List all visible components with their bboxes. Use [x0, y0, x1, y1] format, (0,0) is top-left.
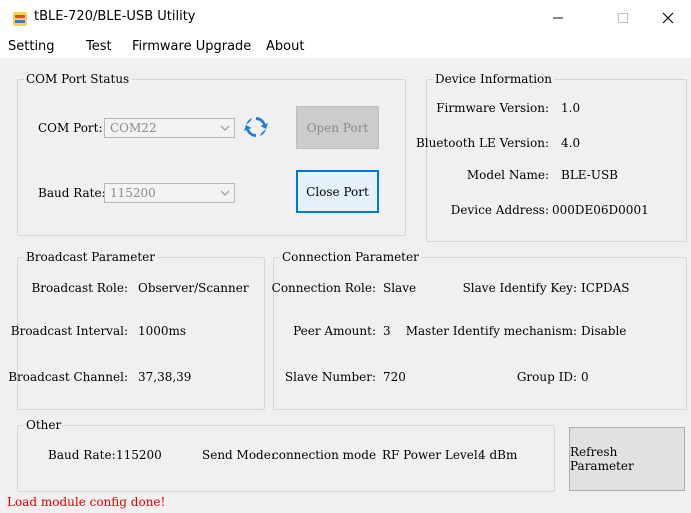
- baud-rate-value: 115200: [110, 186, 156, 200]
- ble-version-value: 4.0: [561, 136, 581, 150]
- menu-firmware-upgrade[interactable]: Firmware Upgrade: [132, 39, 251, 54]
- menu-test[interactable]: Test: [86, 39, 112, 54]
- refresh-parameter-button[interactable]: Refresh Parameter: [569, 427, 685, 491]
- open-port-button[interactable]: Open Port: [296, 106, 379, 149]
- slave-number-value: 720: [383, 370, 406, 384]
- slave-number-label: Slave Number:: [284, 370, 376, 384]
- device-address-label: Device Address:: [450, 203, 549, 217]
- peer-amount-value: 3: [383, 324, 391, 338]
- baud-rate-select[interactable]: 115200: [104, 183, 235, 203]
- connection-role-label: Connection Role:: [271, 281, 376, 295]
- model-name-value: BLE-USB: [561, 168, 618, 182]
- broadcast-interval-value: 1000ms: [138, 324, 187, 338]
- chevron-down-icon: [220, 190, 230, 196]
- slave-identify-key-label: Slave Identify Key:: [462, 281, 577, 295]
- broadcast-role-value: Observer/Scanner: [138, 281, 249, 295]
- rf-power-level-label: RF Power Level:: [382, 448, 482, 462]
- send-mode-label: Send Mode:: [202, 448, 275, 462]
- window-title: tBLE-720/BLE-USB Utility: [34, 9, 196, 24]
- slave-identify-key-value: ICPDAS: [581, 281, 630, 295]
- maximize-icon: [618, 13, 628, 23]
- group-id-value: 0: [581, 370, 589, 384]
- close-port-button[interactable]: Close Port: [296, 170, 379, 213]
- connection-role-value: Slave: [383, 281, 417, 295]
- broadcast-interval-label: Broadcast Interval:: [10, 324, 128, 338]
- broadcast-parameter-legend: Broadcast Parameter: [26, 250, 156, 264]
- status-message: Load module config done!: [7, 495, 166, 509]
- other-baud-rate-value: 115200: [116, 448, 162, 462]
- firmware-version-label: Firmware Version:: [436, 101, 549, 115]
- ble-version-label: Bluetooth LE Version:: [415, 136, 549, 150]
- group-id-label: Group ID:: [516, 370, 577, 384]
- other-baud-rate-label: Baud Rate:: [48, 448, 116, 462]
- refresh-ports-icon[interactable]: [243, 114, 269, 140]
- chevron-down-icon: [220, 125, 230, 131]
- com-port-status-legend: COM Port Status: [26, 72, 130, 86]
- device-address-value: 000DE06D0001: [552, 203, 649, 217]
- close-window-button[interactable]: [645, 0, 691, 36]
- broadcast-channel-value: 37,38,39: [138, 370, 192, 384]
- send-mode-value: connection mode: [272, 448, 377, 462]
- app-icon: [13, 12, 27, 26]
- com-port-select[interactable]: COM22: [104, 118, 235, 138]
- com-port-value: COM22: [110, 121, 157, 135]
- menu-about[interactable]: About: [266, 39, 304, 54]
- broadcast-role-label: Broadcast Role:: [31, 281, 128, 295]
- master-identify-mechanism-label: Master Identify mechanism:: [405, 324, 577, 338]
- connection-parameter-legend: Connection Parameter: [282, 250, 419, 264]
- rf-power-level-value: 4 dBm: [478, 448, 518, 462]
- menu-setting[interactable]: Setting: [8, 39, 55, 54]
- minimize-icon: [553, 17, 563, 19]
- maximize-button[interactable]: [600, 0, 646, 36]
- broadcast-channel-label: Broadcast Channel:: [8, 370, 128, 384]
- close-icon: [662, 12, 674, 24]
- firmware-version-value: 1.0: [561, 101, 581, 115]
- baud-rate-label: Baud Rate:: [38, 186, 106, 200]
- peer-amount-label: Peer Amount:: [293, 324, 376, 338]
- com-port-label: COM Port:: [38, 121, 103, 135]
- device-information-legend: Device Information: [435, 72, 552, 86]
- other-legend: Other: [26, 418, 62, 432]
- minimize-button[interactable]: [535, 0, 581, 36]
- master-identify-mechanism-value: Disable: [581, 324, 627, 338]
- model-name-label: Model Name:: [466, 168, 549, 182]
